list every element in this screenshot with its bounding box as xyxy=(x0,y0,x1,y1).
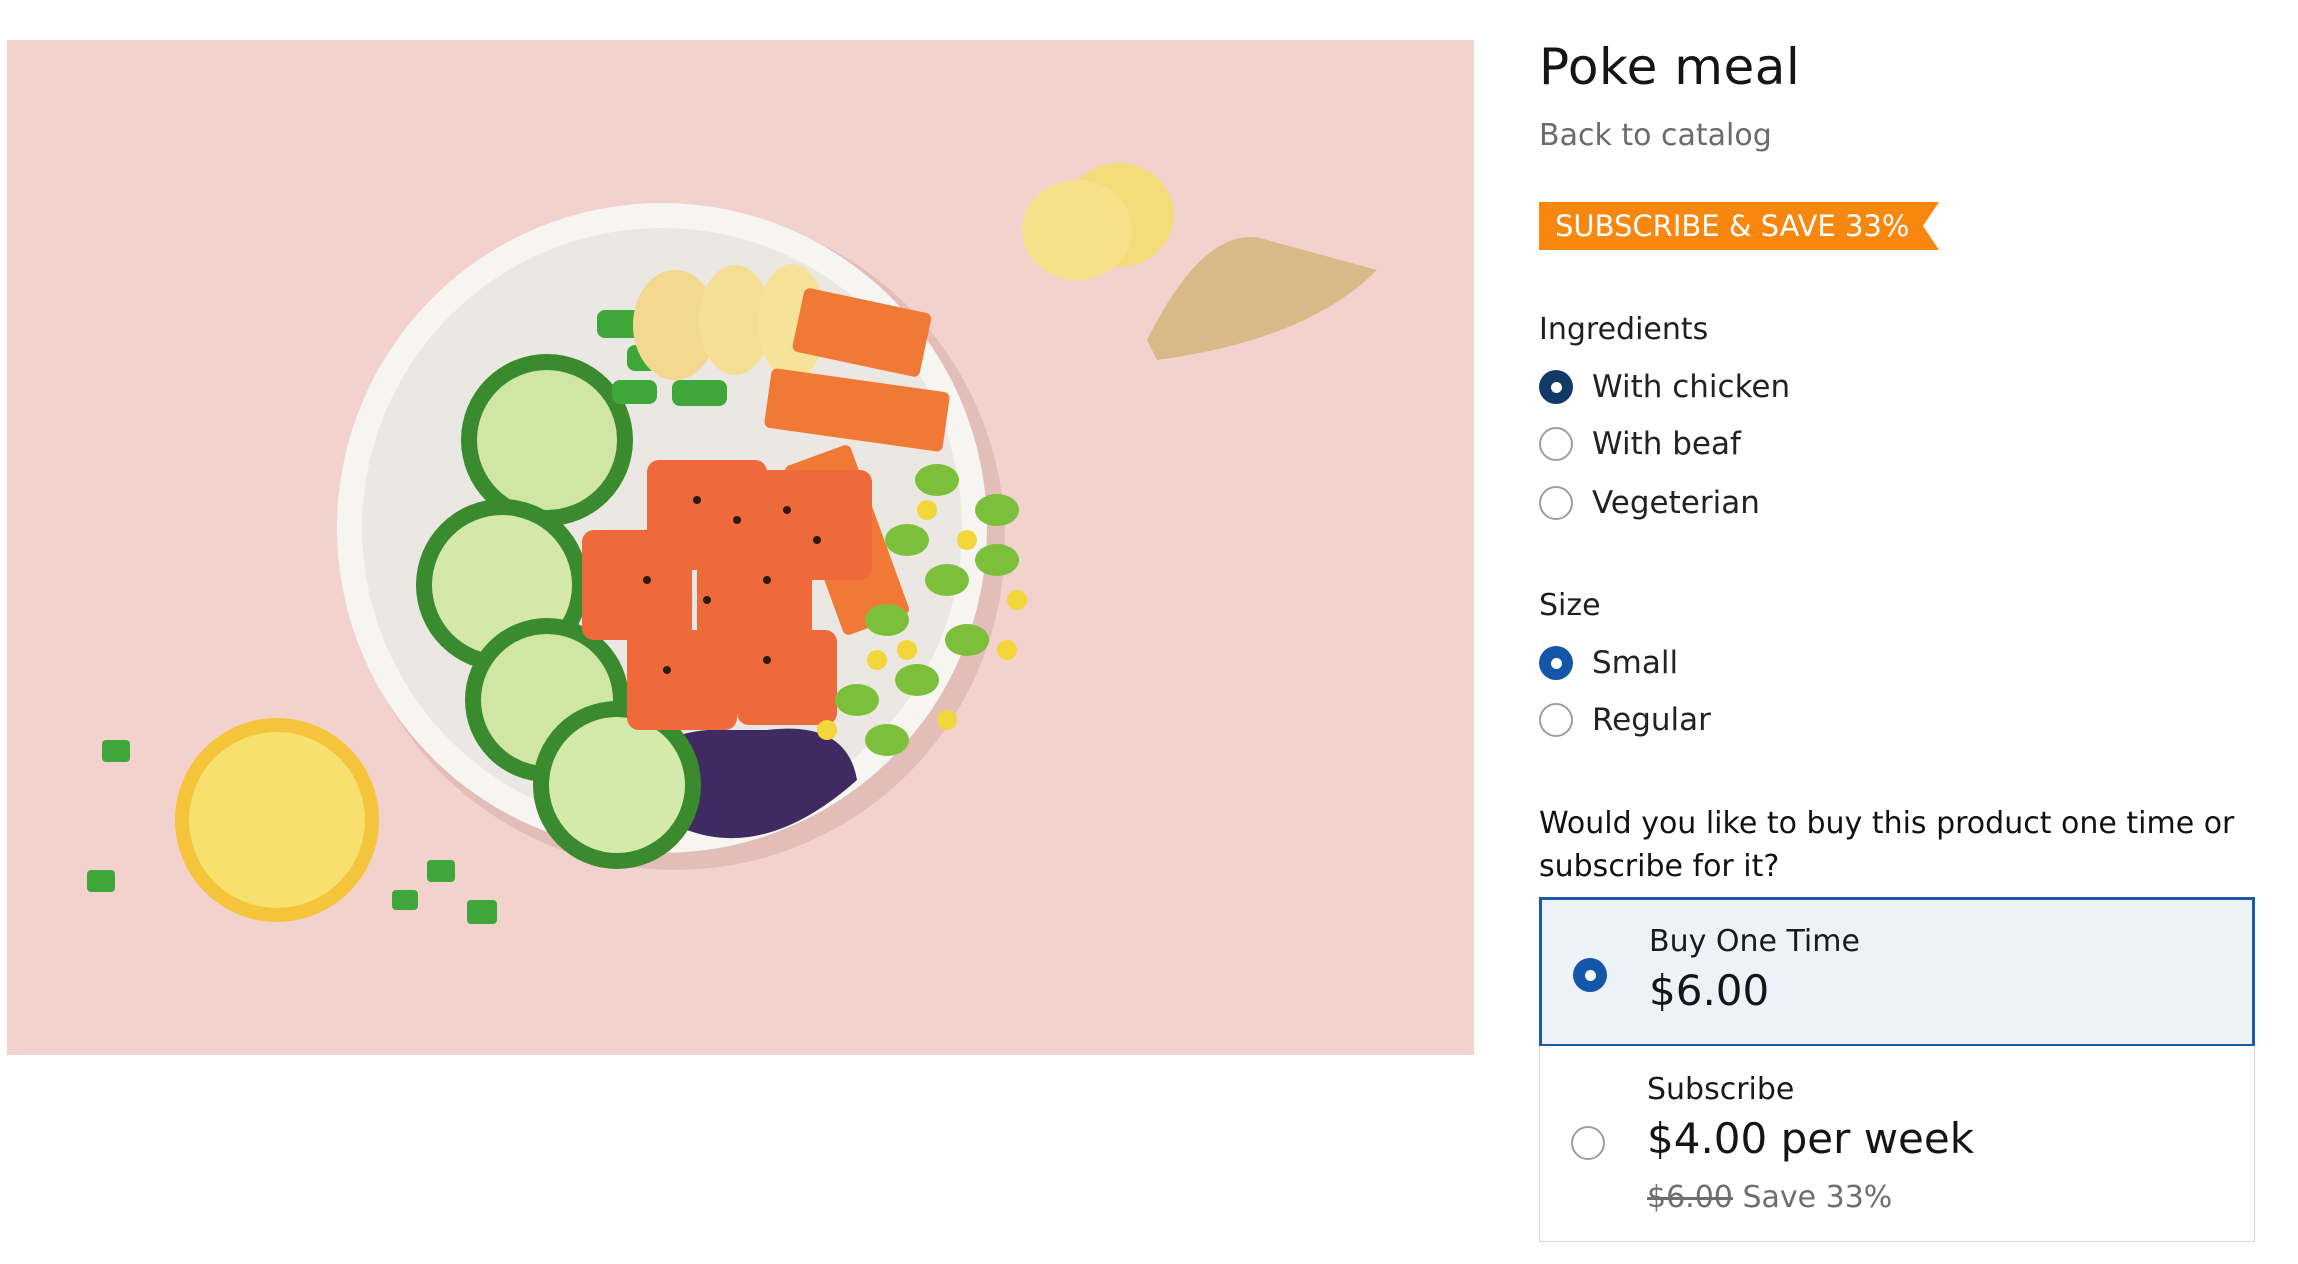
save-text: Save 33% xyxy=(1742,1180,1893,1215)
radio-unchecked-icon[interactable] xyxy=(1571,1126,1605,1160)
option-name: Buy One Time xyxy=(1649,924,1860,959)
ingredient-option-vegeterian[interactable]: Vegeterian xyxy=(1539,485,1760,521)
option-price: $4.00 per week xyxy=(1647,1114,1975,1163)
product-image xyxy=(7,40,1474,1055)
product-details: Poke meal Back to catalog SUBSCRIBE & SA… xyxy=(1539,0,2259,1264)
ingredient-option-label: With chicken xyxy=(1592,369,1791,405)
radio-checked-icon[interactable] xyxy=(1573,958,1607,992)
buy-one-time-option[interactable]: Buy One Time $6.00 xyxy=(1539,897,2255,1047)
size-option-small[interactable]: Small xyxy=(1539,645,1678,681)
subscribe-option[interactable]: Subscribe $4.00 per week $6.00 Save 33% xyxy=(1539,1046,2255,1242)
subscribe-save-badge: SUBSCRIBE & SAVE 33% xyxy=(1539,202,1939,250)
size-option-regular[interactable]: Regular xyxy=(1539,702,1711,738)
radio-unchecked-icon[interactable] xyxy=(1539,486,1573,520)
radio-unchecked-icon[interactable] xyxy=(1539,427,1573,461)
ingredient-option-beaf[interactable]: With beaf xyxy=(1539,426,1741,462)
radio-checked-icon[interactable] xyxy=(1539,370,1573,404)
ingredient-option-label: With beaf xyxy=(1592,426,1741,462)
radio-unchecked-icon[interactable] xyxy=(1539,703,1573,737)
radio-checked-icon[interactable] xyxy=(1539,646,1573,680)
purchase-question: Would you like to buy this product one t… xyxy=(1539,806,2235,884)
option-name: Subscribe xyxy=(1647,1072,1795,1107)
ingredients-label: Ingredients xyxy=(1539,312,1709,347)
old-price: $6.00 xyxy=(1647,1180,1733,1215)
back-to-catalog-link[interactable]: Back to catalog xyxy=(1539,118,1772,153)
size-option-label: Small xyxy=(1592,645,1679,681)
option-price: $6.00 xyxy=(1649,966,1770,1015)
ingredient-option-label: Vegeterian xyxy=(1592,485,1760,521)
size-label: Size xyxy=(1539,588,1601,623)
option-savings: $6.00 Save 33% xyxy=(1647,1180,1892,1215)
ingredient-option-chicken[interactable]: With chicken xyxy=(1539,369,1790,405)
product-title: Poke meal xyxy=(1539,38,1801,96)
size-option-label: Regular xyxy=(1592,702,1711,738)
